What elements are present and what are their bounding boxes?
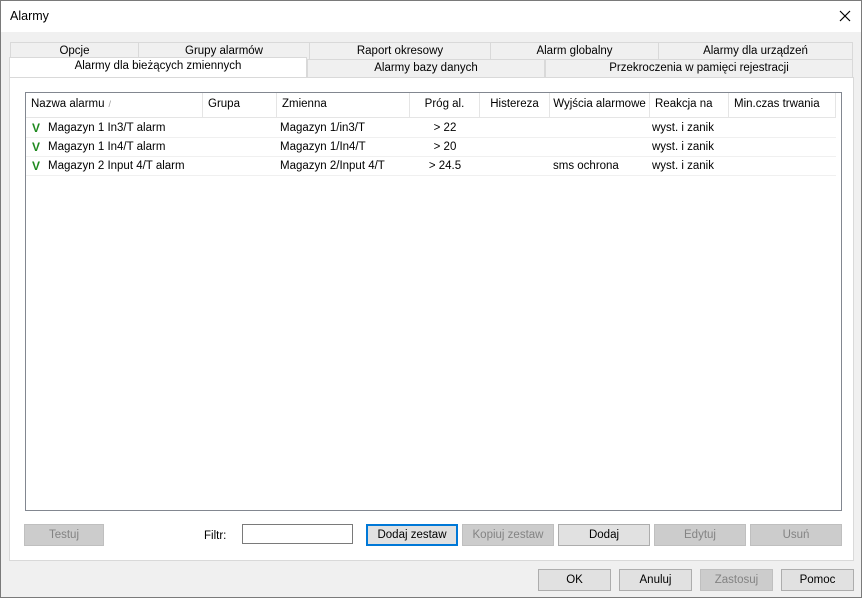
header-divider	[26, 117, 836, 118]
edit-button[interactable]: Edytuj	[654, 524, 746, 546]
cancel-button[interactable]: Anuluj	[619, 569, 692, 591]
enabled-check-icon: V	[32, 121, 41, 135]
column-reaction[interactable]: Reakcja na	[650, 93, 729, 117]
tab-strip: Opcje Grupy alarmów Raport okresowy Alar…	[9, 41, 853, 78]
column-threshold[interactable]: Próg al.	[410, 93, 480, 117]
column-alarm-outputs[interactable]: Wyjścia alarmowe	[550, 93, 650, 117]
cell-variable: Magazyn 2/Input 4/T	[280, 160, 385, 172]
cell-alarm-outputs	[552, 138, 648, 157]
table-row[interactable]: V Magazyn 1 In3/T alarm Magazyn 1/in3/T …	[26, 119, 836, 138]
test-button[interactable]: Testuj	[24, 524, 104, 546]
table-row[interactable]: V Magazyn 2 Input 4/T alarm Magazyn 2/In…	[26, 157, 836, 176]
tab-global-alarm[interactable]: Alarm globalny	[490, 42, 659, 60]
column-hysteresis[interactable]: Histereza	[480, 93, 550, 117]
tab-current-variable-alarms[interactable]: Alarmy dla bieżących zmiennych	[9, 57, 307, 77]
help-button[interactable]: Pomoc	[781, 569, 854, 591]
alarms-list[interactable]: Nazwa alarmu / Grupa Zmienna Próg al. His…	[25, 92, 842, 511]
add-set-button[interactable]: Dodaj zestaw	[366, 524, 458, 546]
cell-variable: Magazyn 1/in3/T	[280, 122, 366, 134]
tab-registration-memory-exceedances[interactable]: Przekroczenia w pamięci rejestracji	[545, 59, 853, 77]
close-button[interactable]	[829, 1, 861, 31]
close-icon	[839, 10, 851, 22]
cell-group	[208, 157, 276, 176]
tab-panel: Nazwa alarmu / Grupa Zmienna Próg al. His…	[9, 77, 854, 561]
alarms-dialog: Alarmy Opcje Grupy alarmów Raport okreso…	[0, 0, 862, 598]
cell-alarm-outputs	[552, 119, 648, 138]
cell-reaction: wyst. i zanik	[652, 160, 714, 172]
cell-reaction: wyst. i zanik	[652, 141, 714, 153]
cell-min-duration	[732, 138, 832, 157]
cell-hysteresis	[480, 138, 550, 157]
tab-periodic-report[interactable]: Raport okresowy	[309, 42, 491, 60]
cell-min-duration	[732, 157, 832, 176]
cell-reaction: wyst. i zanik	[652, 122, 714, 134]
cell-group	[208, 119, 276, 138]
cell-threshold: > 20	[433, 141, 457, 153]
cell-hysteresis	[480, 157, 550, 176]
sort-indicator-icon: /	[108, 99, 112, 109]
copy-set-button[interactable]: Kopiuj zestaw	[462, 524, 554, 546]
cell-alarm-name: Magazyn 2 Input 4/T alarm	[48, 160, 185, 172]
ok-button[interactable]: OK	[538, 569, 611, 591]
title-bar: Alarmy	[1, 1, 861, 32]
column-alarm-name[interactable]: Nazwa alarmu /	[26, 93, 203, 117]
delete-button[interactable]: Usuń	[750, 524, 842, 546]
cell-group	[208, 138, 276, 157]
window-title: Alarmy	[10, 9, 49, 23]
cell-alarm-outputs: sms ochrona	[553, 160, 619, 172]
cell-alarm-name: Magazyn 1 In3/T alarm	[48, 122, 166, 134]
add-button[interactable]: Dodaj	[558, 524, 650, 546]
filter-label: Filtr:	[204, 530, 227, 542]
table-row[interactable]: V Magazyn 1 In4/T alarm Magazyn 1/In4/T …	[26, 138, 836, 157]
cell-threshold: > 22	[433, 122, 457, 134]
column-min-duration[interactable]: Min.czas trwania	[729, 93, 836, 117]
tab-device-alarms[interactable]: Alarmy dla urządzeń	[658, 42, 853, 60]
cell-alarm-name: Magazyn 1 In4/T alarm	[48, 141, 166, 153]
cell-threshold: > 24.5	[428, 160, 462, 172]
tab-database-alarms[interactable]: Alarmy bazy danych	[307, 59, 545, 77]
column-group[interactable]: Grupa	[203, 93, 277, 117]
filter-input[interactable]	[242, 524, 353, 544]
list-header: Nazwa alarmu / Grupa Zmienna Próg al. His…	[26, 93, 841, 117]
enabled-check-icon: V	[32, 140, 41, 154]
cell-variable: Magazyn 1/In4/T	[280, 141, 366, 153]
enabled-check-icon: V	[32, 159, 41, 173]
apply-button[interactable]: Zastosuj	[700, 569, 773, 591]
cell-hysteresis	[480, 119, 550, 138]
column-label: Nazwa alarmu	[31, 98, 105, 110]
column-variable[interactable]: Zmienna	[277, 93, 410, 117]
cell-min-duration	[732, 119, 832, 138]
